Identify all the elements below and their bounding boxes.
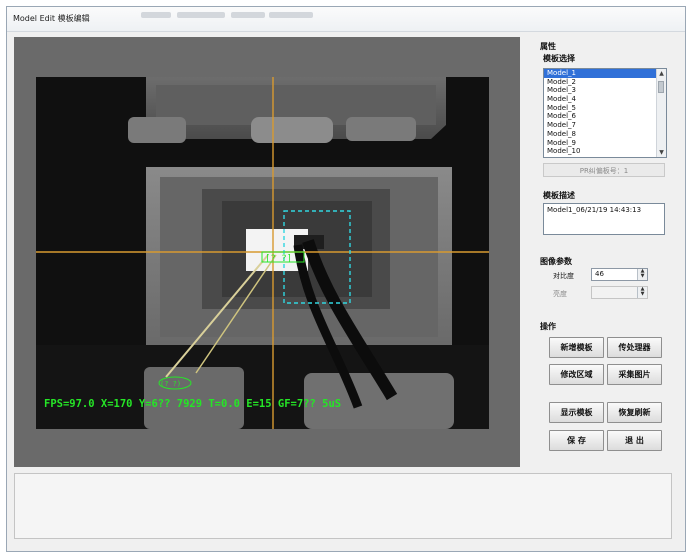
center-tab <box>251 117 333 143</box>
roi-label: [? ?] <box>265 254 292 264</box>
template-select-label: 模板选择 <box>543 54 575 63</box>
contrast-label: 对比度 <box>553 272 574 280</box>
model-list-item[interactable]: Model_3 <box>544 86 666 95</box>
template-desc-value: Model1_06/21/19 14:43:13 <box>547 206 642 214</box>
scrollbar-thumb[interactable] <box>658 81 664 93</box>
operations-label: 操作 <box>540 322 556 331</box>
model-list-item[interactable]: Model_10 <box>544 147 666 156</box>
capture-image-button[interactable]: 采集图片 <box>607 364 662 385</box>
template-desc-field[interactable]: Model1_06/21/19 14:43:13 <box>543 203 665 235</box>
model-list-item[interactable]: Model_4 <box>544 95 666 104</box>
exit-button[interactable]: 退 出 <box>607 430 662 451</box>
left-tab <box>128 117 186 143</box>
scroll-up-icon[interactable]: ▲ <box>657 69 666 78</box>
status-area <box>14 473 672 539</box>
modify-region-button[interactable]: 修改区域 <box>549 364 604 385</box>
show-template-button[interactable]: 显示模板 <box>549 402 604 423</box>
properties-header: 属性 <box>540 42 556 51</box>
save-button[interactable]: 保 存 <box>549 430 604 451</box>
brightness-label: 亮度 <box>553 290 567 298</box>
right-tab <box>346 117 416 141</box>
model-list-item[interactable]: Model_2 <box>544 78 666 87</box>
spin-arrows-icon[interactable]: ▲ ▼ <box>637 269 647 280</box>
model-list-item[interactable]: Model_8 <box>544 130 666 139</box>
restore-refresh-button[interactable]: 恢复刷新 <box>607 402 662 423</box>
scroll-down-icon[interactable]: ▼ <box>657 148 666 157</box>
camera-image[interactable]: [? ?] (? ?) FPS=97.0 X=170 Y=6?? 7929 T=… <box>36 77 489 429</box>
title-bar-decoration <box>231 12 265 18</box>
model-list[interactable]: Model_1 Model_2 Model_3 Model_4 Model_5 Model… <box>543 68 667 158</box>
spin-arrows-icon[interactable]: ▲ ▼ <box>637 287 647 298</box>
image-params-label: 图像参数 <box>540 257 572 266</box>
contrast-value: 46 <box>595 270 604 278</box>
title-bar-decoration <box>177 12 225 18</box>
fps-readout: FPS=97.0 X=170 Y=6?? 7929 T=0.0 E=15 GF=… <box>44 398 341 410</box>
post-processor-button[interactable]: 传处理器 <box>607 337 662 358</box>
camera-image-drawing: [? ?] (? ?) FPS=97.0 X=170 Y=6?? 7929 T=… <box>36 77 489 429</box>
model-list-item[interactable]: Model_6 <box>544 112 666 121</box>
title-bar: Model Edit 模板编辑 <box>7 7 685 32</box>
brightness-spinbox[interactable]: ▲ ▼ <box>591 286 648 299</box>
model-list-item[interactable]: Model_7 <box>544 121 666 130</box>
title-bar-decoration <box>141 12 171 18</box>
contrast-spinbox[interactable]: 46 ▲ ▼ <box>591 268 648 281</box>
new-template-button[interactable]: 新增模板 <box>549 337 604 358</box>
model-list-item[interactable]: Model_1 <box>544 69 666 78</box>
model-list-item[interactable]: Model_5 <box>544 104 666 113</box>
window-title: Model Edit 模板编辑 <box>13 14 90 23</box>
template-desc-label: 模板描述 <box>543 191 575 200</box>
pr-board-button[interactable]: PR纠偏板号：1 <box>543 163 665 177</box>
model-list-scrollbar[interactable]: ▲ ▼ <box>656 69 666 157</box>
model-list-item[interactable]: Model_9 <box>544 139 666 148</box>
wire-marker-label: (? ?) <box>160 380 181 388</box>
title-bar-decoration <box>269 12 313 18</box>
